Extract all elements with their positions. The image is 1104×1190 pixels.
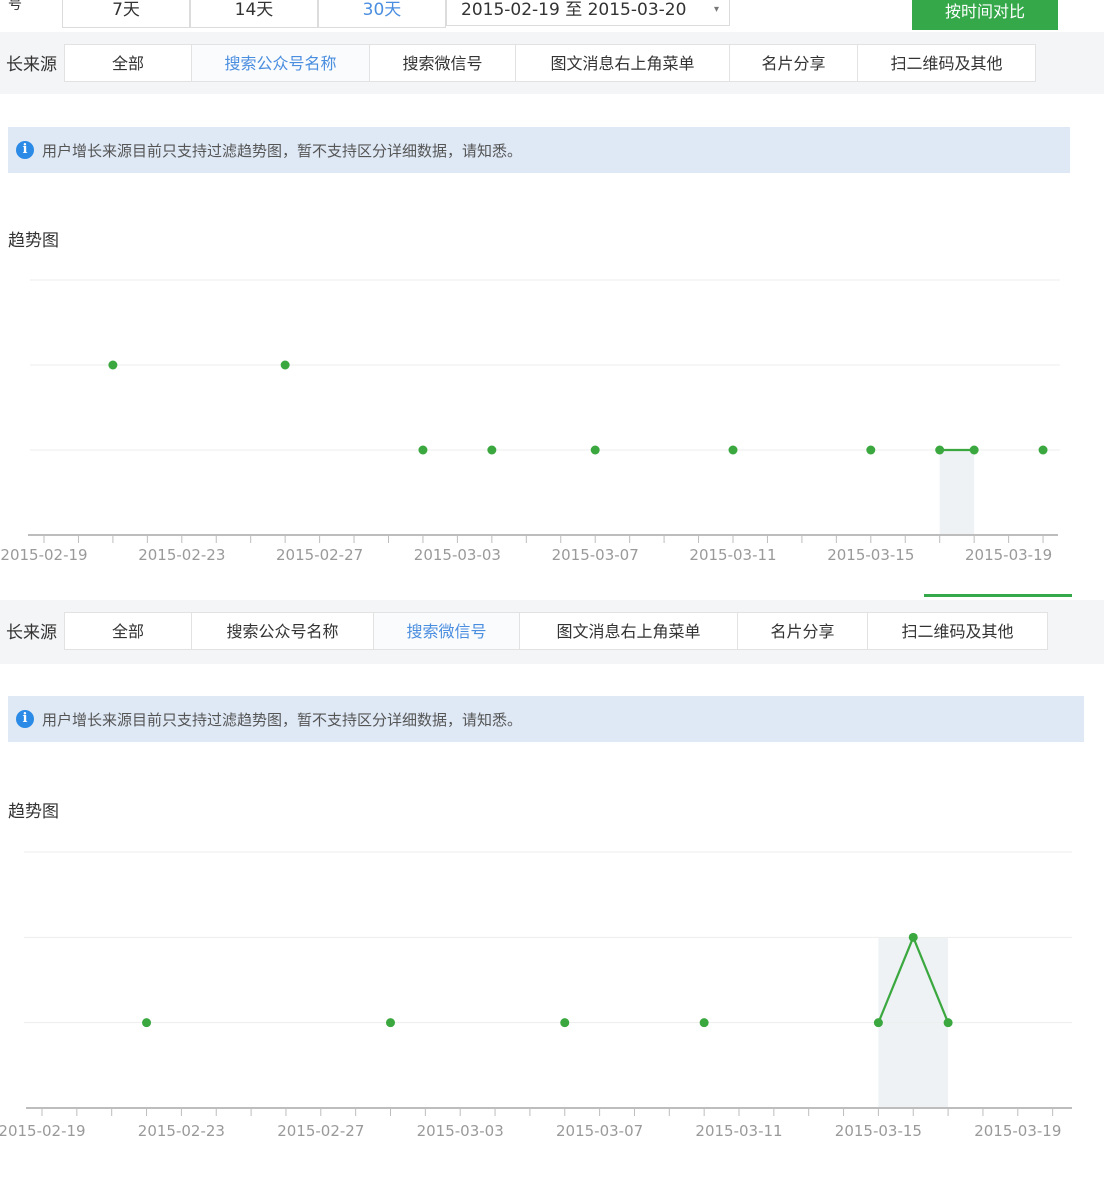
data-point xyxy=(108,360,118,370)
tab-search-wechat-id[interactable]: 搜索微信号 xyxy=(374,612,520,650)
tab-all[interactable]: 全部 xyxy=(64,44,192,82)
data-point xyxy=(699,1018,709,1028)
data-point xyxy=(386,1018,395,1028)
tab-card-share[interactable]: 名片分享 xyxy=(730,44,858,82)
data-point xyxy=(908,932,918,942)
range-14-days-button[interactable]: 14天 xyxy=(190,0,318,28)
top-label: 号 xyxy=(8,0,22,13)
x-tick-label: 2015-03-03 xyxy=(414,546,501,564)
x-tick-label: 2015-03-11 xyxy=(689,546,776,564)
data-point xyxy=(142,1018,152,1028)
source-tabs-1: 全部 搜索公众号名称 搜索微信号 图文消息右上角菜单 名片分享 扫二维码及其他 xyxy=(64,44,1036,82)
tab-card-share[interactable]: 名片分享 xyxy=(738,612,868,650)
notice-banner-1: i 用户增长来源目前只支持过滤趋势图，暂不支持区分详细数据，请知悉。 xyxy=(8,127,1070,173)
data-point xyxy=(590,445,600,455)
tab-search-wechat-id[interactable]: 搜索微信号 xyxy=(370,44,516,82)
x-tick-label: 2015-02-23 xyxy=(138,546,225,564)
compare-by-time-button[interactable]: 按时间对比 xyxy=(912,0,1058,30)
x-tick-label: 2015-03-03 xyxy=(417,1122,504,1140)
x-tick-label: 2015-03-15 xyxy=(827,546,914,564)
trend-chart-1: 2015-02-19 2015-02-23 2015-02-27 2015-03-03… xyxy=(0,279,1060,564)
source-label: 长来源 xyxy=(6,623,57,643)
notice-text: 用户增长来源目前只支持过滤趋势图，暂不支持区分详细数据，请知悉。 xyxy=(42,141,523,160)
date-range-text: 2015-02-19 至 2015-03-20 xyxy=(461,0,687,20)
info-icon: i xyxy=(16,710,34,728)
data-point xyxy=(943,1018,953,1028)
highlight-band xyxy=(939,450,975,535)
data-point xyxy=(969,445,979,455)
x-tick-label: 2015-02-27 xyxy=(277,1122,364,1140)
x-tick-label: 2015-03-15 xyxy=(835,1122,922,1140)
data-point xyxy=(487,445,497,455)
tab-qrcode-other[interactable]: 扫二维码及其他 xyxy=(858,44,1036,82)
active-indicator xyxy=(924,594,1072,597)
tab-search-account-name[interactable]: 搜索公众号名称 xyxy=(192,612,374,650)
source-bar-1: 长来源 全部 搜索公众号名称 搜索微信号 图文消息右上角菜单 名片分享 扫二维码… xyxy=(0,32,1104,94)
tab-article-menu[interactable]: 图文消息右上角菜单 xyxy=(516,44,730,82)
source-tabs-2: 全部 搜索公众号名称 搜索微信号 图文消息右上角菜单 名片分享 扫二维码及其他 xyxy=(64,612,1048,650)
date-range-picker[interactable]: 2015-02-19 至 2015-03-20 ▾ xyxy=(446,0,730,26)
section-title-2: 趋势图 xyxy=(8,802,59,822)
x-tick-label: 2015-03-19 xyxy=(974,1122,1061,1140)
data-point xyxy=(866,445,876,455)
x-tick-label: 2015-03-07 xyxy=(552,546,639,564)
tab-search-account-name[interactable]: 搜索公众号名称 xyxy=(192,44,370,82)
tab-all[interactable]: 全部 xyxy=(64,612,192,650)
notice-text: 用户增长来源目前只支持过滤趋势图，暂不支持区分详细数据，请知悉。 xyxy=(42,710,523,729)
section-title-1: 趋势图 xyxy=(8,231,59,251)
top-controls: 号 7天 14天 30天 2015-02-19 至 2015-03-20 ▾ 按… xyxy=(0,0,1104,32)
x-tick-label: 2015-03-07 xyxy=(556,1122,643,1140)
x-tick-label: 2015-02-19 xyxy=(0,1122,86,1140)
info-icon: i xyxy=(16,141,34,159)
source-bar-2: 长来源 全部 搜索公众号名称 搜索微信号 图文消息右上角菜单 名片分享 扫二维码… xyxy=(0,600,1104,664)
data-point xyxy=(560,1018,570,1028)
x-tick-label: 2015-02-19 xyxy=(0,546,87,564)
range-30-days-button[interactable]: 30天 xyxy=(318,0,446,28)
data-point xyxy=(935,445,945,455)
range-7-days-button[interactable]: 7天 xyxy=(62,0,190,28)
x-tick-label: 2015-03-11 xyxy=(695,1122,782,1140)
data-point xyxy=(728,445,738,455)
x-tick-label: 2015-02-23 xyxy=(138,1122,225,1140)
notice-banner-2: i 用户增长来源目前只支持过滤趋势图，暂不支持区分详细数据，请知悉。 xyxy=(8,696,1084,742)
data-point xyxy=(280,360,290,370)
x-tick-label: 2015-02-27 xyxy=(276,546,363,564)
chevron-down-icon: ▾ xyxy=(713,4,719,15)
data-point xyxy=(873,1018,883,1028)
tab-article-menu[interactable]: 图文消息右上角菜单 xyxy=(520,612,738,650)
tab-qrcode-other[interactable]: 扫二维码及其他 xyxy=(868,612,1048,650)
trend-chart-2: 2015-02-19 2015-02-23 2015-02-27 2015-03-03… xyxy=(0,851,1072,1140)
data-point xyxy=(1038,445,1048,455)
source-label: 长来源 xyxy=(6,55,57,75)
data-point xyxy=(418,445,428,455)
x-tick-label: 2015-03-19 xyxy=(965,546,1052,564)
